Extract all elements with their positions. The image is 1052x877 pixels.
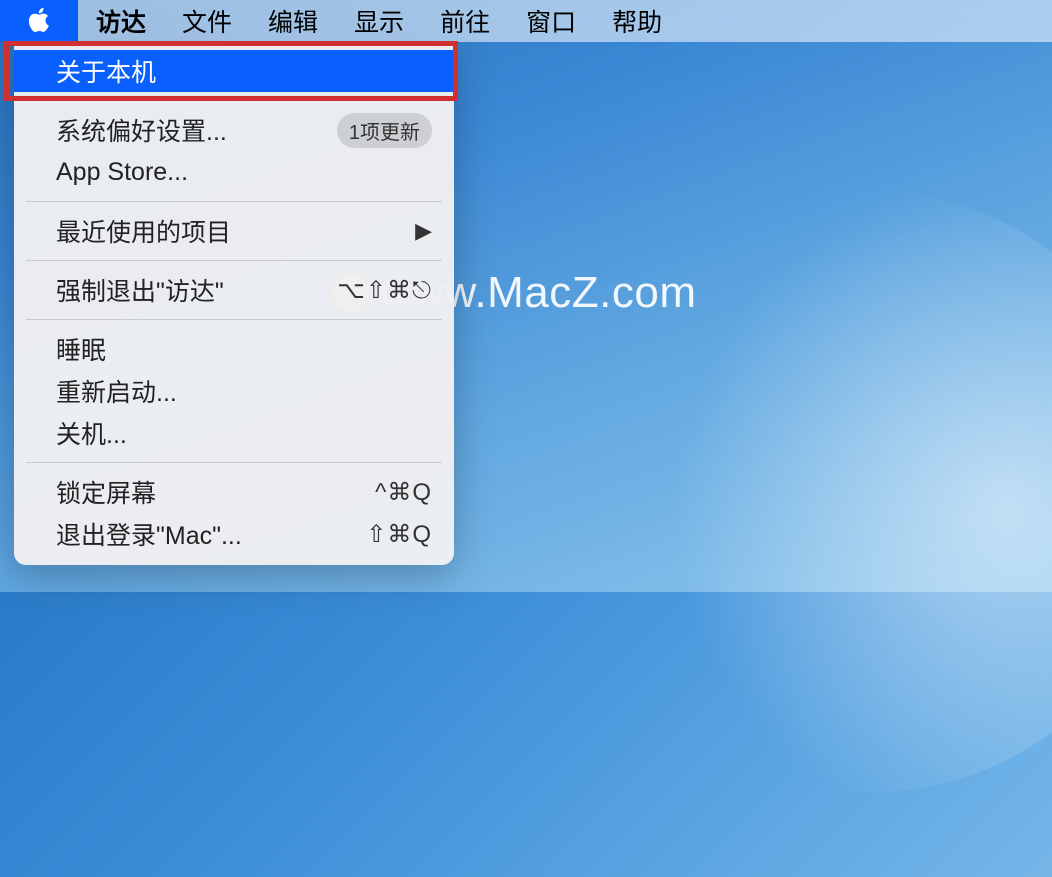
menu-label: 系统偏好设置... [56,112,227,148]
menu-label: 退出登录"Mac"... [56,516,242,552]
apple-dropdown-menu: 关于本机 系统偏好设置... 1项更新 App Store... 最近使用的项目… [14,42,454,565]
menubar-app-name[interactable]: 访达 [78,0,164,42]
menu-force-quit[interactable]: 强制退出"访达" ⌥⇧⌘⎋ [14,269,454,311]
menu-logout[interactable]: 退出登录"Mac"... ⇧⌘Q [14,513,454,555]
menubar-item-view[interactable]: 显示 [336,0,422,42]
menu-system-preferences[interactable]: 系统偏好设置... 1项更新 [14,109,454,151]
menu-separator [26,201,442,202]
menu-lock-screen[interactable]: 锁定屏幕 ^⌘Q [14,471,454,513]
shortcut-label: ⇧⌘Q [332,520,432,549]
menubar: 访达 文件 编辑 显示 前往 窗口 帮助 [0,0,1052,42]
apple-logo-icon [26,6,52,36]
shortcut-label: ⌥⇧⌘⎋ [332,276,432,305]
menu-separator [26,100,442,101]
menu-app-store[interactable]: App Store... [14,151,454,193]
menu-label: 强制退出"访达" [56,272,224,308]
apple-menu-button[interactable] [0,0,78,42]
menu-label: 最近使用的项目 [56,213,231,249]
menu-separator [26,319,442,320]
menu-shutdown[interactable]: 关机... [14,412,454,454]
menu-separator [26,260,442,261]
menubar-item-help[interactable]: 帮助 [594,0,680,42]
submenu-arrow-icon: ▶ [415,218,432,244]
menu-label: 锁定屏幕 [56,474,156,510]
menu-label: 重新启动... [56,373,177,409]
menu-about-this-mac[interactable]: 关于本机 [14,50,454,92]
menu-sleep[interactable]: 睡眠 [14,328,454,370]
menubar-item-edit[interactable]: 编辑 [250,0,336,42]
menubar-item-window[interactable]: 窗口 [508,0,594,42]
menu-separator [26,462,442,463]
menu-label: 关机... [56,415,127,451]
menu-restart[interactable]: 重新启动... [14,370,454,412]
menubar-item-go[interactable]: 前往 [422,0,508,42]
menu-label: App Store... [56,158,188,187]
update-badge: 1项更新 [337,113,432,148]
wallpaper-swoosh [487,107,1052,876]
menubar-item-file[interactable]: 文件 [164,0,250,42]
menu-label: 睡眠 [56,331,106,367]
menu-recent-items[interactable]: 最近使用的项目 ▶ [14,210,454,252]
shortcut-label: ^⌘Q [332,478,432,507]
menu-label: 关于本机 [56,53,156,89]
